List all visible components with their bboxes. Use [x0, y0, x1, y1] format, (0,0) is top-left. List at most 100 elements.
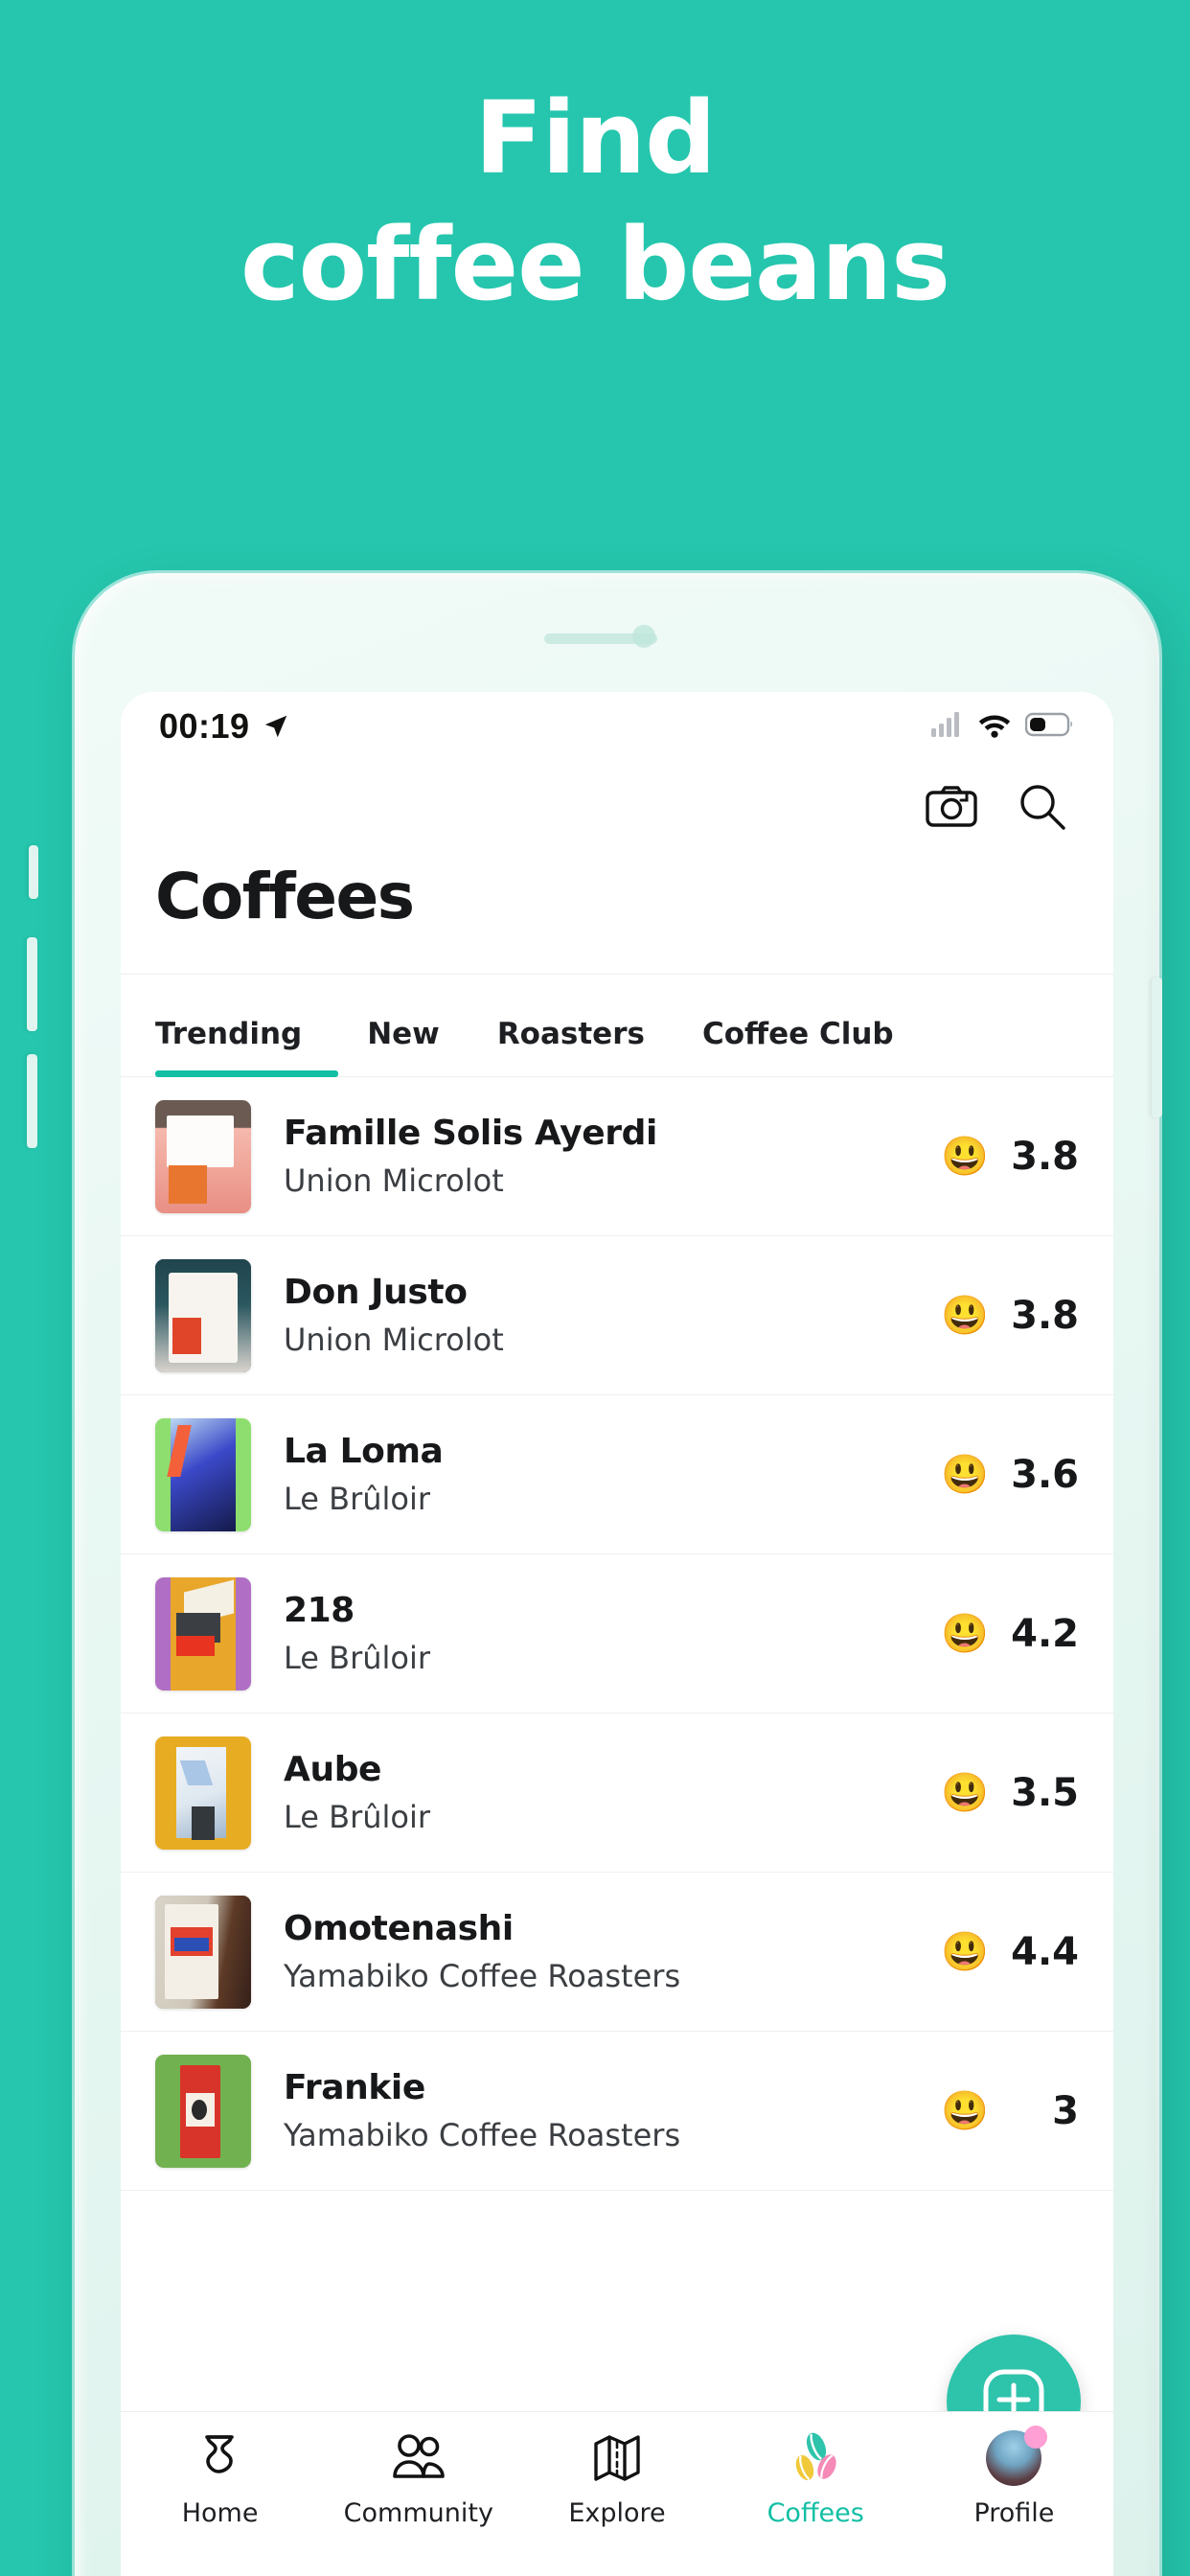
rating-emoji: 😃: [941, 1771, 989, 1814]
camera-icon[interactable]: [926, 784, 977, 835]
coffee-name: Famille Solis Ayerdi: [284, 1114, 657, 1153]
rating-badge: 😃 4.4: [941, 1930, 1079, 1974]
coffee-thumbnail: [155, 1576, 251, 1690]
wifi-icon: [976, 711, 1013, 743]
rating-badge: 😃 3: [941, 2089, 1079, 2133]
rating-badge: 😃 3.5: [941, 1771, 1079, 1815]
coffee-list: Famille Solis Ayerdi Union Microlot 😃 3.…: [121, 1077, 1113, 2191]
nav-label-coffees: Coffees: [767, 2498, 864, 2528]
coffee-thumbnail: [155, 1417, 251, 1531]
rating-value: 4.4: [1011, 1929, 1079, 1974]
rating-emoji: 😃: [941, 1453, 989, 1496]
map-icon: [593, 2431, 641, 2485]
coffee-info: Aube Le Brûloir: [284, 1750, 941, 1835]
rating-value: 3.6: [1011, 1452, 1079, 1497]
nav-item-profile[interactable]: Profile: [915, 2426, 1113, 2528]
coffee-info: La Loma Le Brûloir: [284, 1432, 941, 1517]
promo-line-1: Find: [474, 80, 716, 196]
rating-value: 3: [1052, 2088, 1079, 2133]
battery-low-icon: [1024, 711, 1075, 743]
table-row[interactable]: Famille Solis Ayerdi Union Microlot 😃 3.…: [121, 1077, 1113, 1236]
coffee-thumbnail: [155, 1099, 251, 1213]
nav-item-home[interactable]: Home: [121, 2431, 319, 2528]
table-row[interactable]: 218 Le Brûloir 😃 4.2: [121, 1554, 1113, 1714]
bottom-navigation: Home Community Explore Coffees Profile: [121, 2411, 1113, 2576]
promo-line-2: coffee beans: [240, 206, 950, 323]
promo-headline: Find coffee beans: [0, 0, 1190, 314]
power-button[interactable]: [1152, 978, 1162, 1117]
coffee-roaster: Le Brûloir: [284, 1799, 431, 1835]
coffee-thumbnail: [155, 2054, 251, 2168]
search-icon[interactable]: [1018, 782, 1067, 837]
header-actions: [121, 761, 1113, 837]
coffee-thumbnail: [155, 1895, 251, 2009]
rating-badge: 😃 4.2: [941, 1612, 1079, 1656]
tab-coffee-club[interactable]: Coffee Club: [674, 1017, 923, 1076]
coffee-info: Famille Solis Ayerdi Union Microlot: [284, 1114, 941, 1199]
avatar-icon: [986, 2426, 1048, 2486]
coffee-roaster: Union Microlot: [284, 1162, 504, 1199]
mute-switch[interactable]: [29, 845, 38, 899]
rating-badge: 😃 3.8: [941, 1135, 1079, 1179]
coffee-roaster: Le Brûloir: [284, 1640, 431, 1676]
tab-trending[interactable]: Trending: [155, 1017, 339, 1077]
rating-emoji: 😃: [941, 2089, 989, 2132]
rating-value: 3.8: [1011, 1134, 1079, 1179]
table-row[interactable]: Frankie Yamabiko Coffee Roasters 😃 3: [121, 2032, 1113, 2191]
tab-new[interactable]: New: [338, 1017, 469, 1076]
people-icon: [391, 2431, 446, 2485]
rating-emoji: 😃: [941, 1294, 989, 1337]
status-indicators: [931, 711, 1075, 743]
rating-value: 3.5: [1011, 1770, 1079, 1815]
coffee-name: Omotenashi: [284, 1909, 514, 1948]
rating-value: 4.2: [1011, 1611, 1079, 1656]
status-time: 00:19: [159, 706, 250, 746]
rating-value: 3.8: [1011, 1293, 1079, 1338]
rating-emoji: 😃: [941, 1135, 989, 1178]
rating-badge: 😃 3.8: [941, 1294, 1079, 1338]
rating-emoji: 😃: [941, 1930, 989, 1973]
coffee-info: Omotenashi Yamabiko Coffee Roasters: [284, 1909, 941, 1994]
coffee-roaster: Le Brûloir: [284, 1481, 431, 1517]
location-arrow-icon: [262, 712, 290, 741]
coffee-name: 218: [284, 1591, 355, 1630]
nav-item-explore[interactable]: Explore: [517, 2431, 716, 2528]
nav-label-explore: Explore: [568, 2498, 666, 2528]
coffee-info: Frankie Yamabiko Coffee Roasters: [284, 2068, 941, 2153]
coffee-name: Aube: [284, 1750, 382, 1789]
avatar: [986, 2426, 1048, 2486]
nav-label-home: Home: [181, 2498, 259, 2528]
coffee-name: La Loma: [284, 1432, 444, 1471]
tab-roasters[interactable]: Roasters: [469, 1017, 674, 1076]
rating-badge: 😃 3.6: [941, 1453, 1079, 1497]
coffee-thumbnail: [155, 1258, 251, 1372]
volume-down-button[interactable]: [27, 1054, 37, 1148]
table-row[interactable]: Omotenashi Yamabiko Coffee Roasters 😃 4.…: [121, 1873, 1113, 2032]
coffee-beans-icon: [788, 2431, 843, 2485]
tab-bar: Trending New Roasters Coffee Club: [121, 974, 1113, 1077]
coffee-name: Frankie: [284, 2068, 425, 2107]
nav-label-community: Community: [343, 2498, 493, 2528]
notification-dot: [1024, 2426, 1048, 2449]
coffee-info: 218 Le Brûloir: [284, 1591, 941, 1676]
coffee-name: Don Justo: [284, 1273, 468, 1312]
table-row[interactable]: La Loma Le Brûloir 😃 3.6: [121, 1395, 1113, 1554]
coffee-pour-icon: [196, 2431, 244, 2485]
cellular-signal-icon: [931, 711, 964, 742]
app-screen: 00:19 Coffees Trending New Roasters Coff…: [121, 692, 1113, 2576]
nav-item-community[interactable]: Community: [319, 2431, 517, 2528]
page-title: Coffees: [155, 860, 415, 933]
table-row[interactable]: Aube Le Brûloir 😃 3.5: [121, 1714, 1113, 1873]
table-row[interactable]: Don Justo Union Microlot 😃 3.8: [121, 1236, 1113, 1395]
status-bar: 00:19: [121, 692, 1113, 761]
coffee-roaster: Union Microlot: [284, 1322, 504, 1358]
nav-label-profile: Profile: [973, 2498, 1055, 2528]
coffee-info: Don Justo Union Microlot: [284, 1273, 941, 1358]
coffee-roaster: Yamabiko Coffee Roasters: [284, 2117, 681, 2153]
coffee-roaster: Yamabiko Coffee Roasters: [284, 1958, 681, 1994]
volume-up-button[interactable]: [27, 937, 37, 1031]
rating-emoji: 😃: [941, 1612, 989, 1655]
coffee-thumbnail: [155, 1736, 251, 1850]
nav-item-coffees[interactable]: Coffees: [717, 2431, 915, 2528]
front-camera-icon: [632, 625, 655, 648]
